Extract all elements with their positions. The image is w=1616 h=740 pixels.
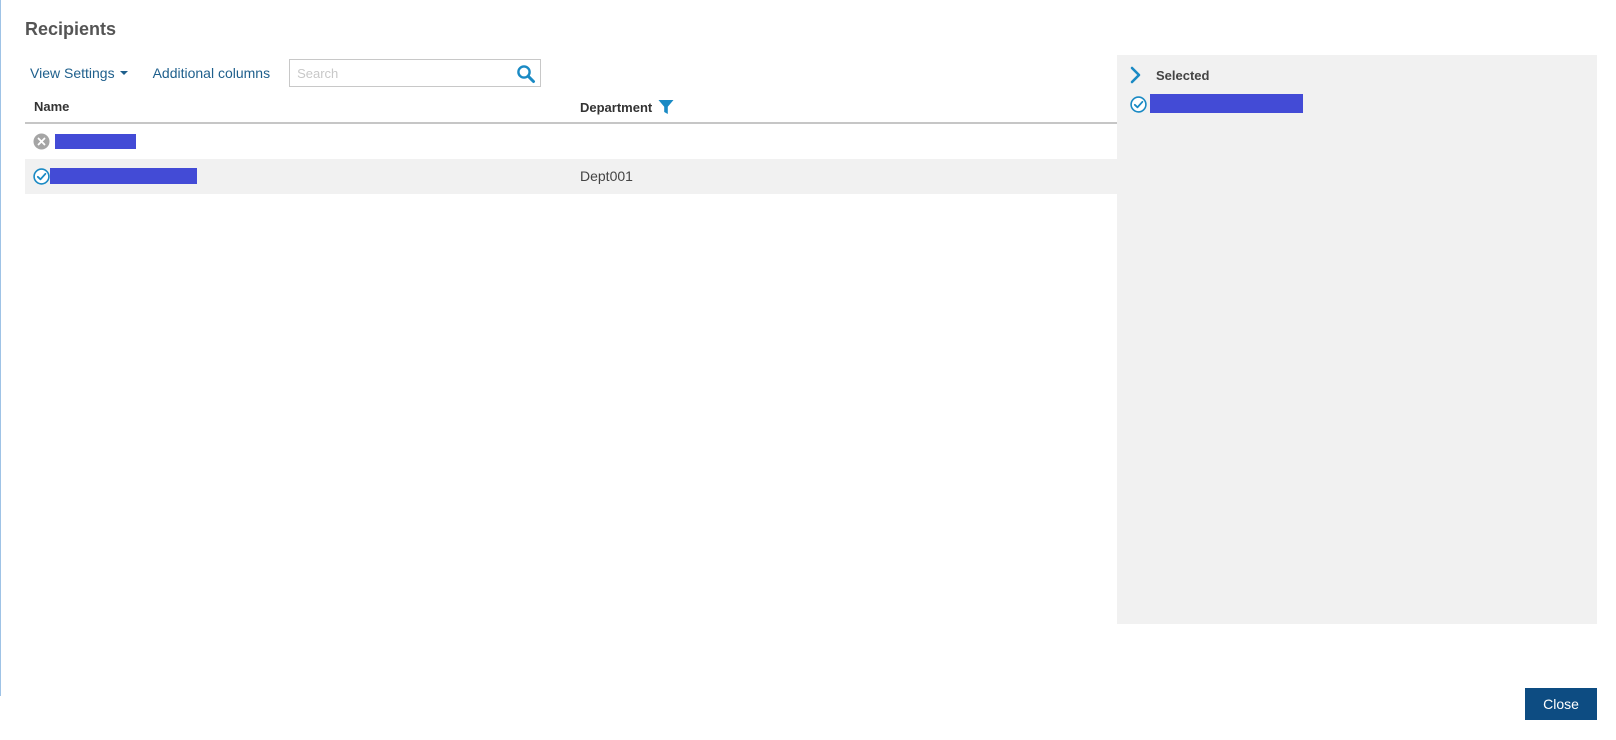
- column-header-department-label: Department: [580, 99, 653, 115]
- dialog-title: Recipients: [25, 19, 117, 39]
- view-settings-dropdown[interactable]: View Settings: [30, 65, 128, 81]
- chevron-right-icon[interactable]: [1129, 66, 1143, 84]
- redacted-name: [1150, 94, 1303, 113]
- filter-icon[interactable]: [658, 99, 674, 115]
- selected-list-item[interactable]: [1130, 94, 1303, 116]
- search-field: [289, 59, 542, 87]
- table-row[interactable]: [25, 124, 1117, 159]
- selected-panel-header: Selected: [1129, 66, 1209, 84]
- selected-check-icon[interactable]: [33, 168, 50, 185]
- additional-columns-link[interactable]: Additional columns: [153, 65, 271, 81]
- department-cell: Dept001: [580, 168, 633, 184]
- caret-down-icon: [119, 71, 128, 75]
- search-icon[interactable]: [516, 64, 536, 84]
- selected-panel-title: Selected: [1156, 67, 1210, 83]
- search-input[interactable]: [290, 60, 511, 86]
- grid-header: Name Department: [25, 90, 1117, 124]
- remove-icon[interactable]: [33, 133, 50, 150]
- column-header-department[interactable]: Department: [580, 99, 674, 115]
- recipients-dialog: Recipients View Settings Additional colu…: [0, 0, 1616, 740]
- close-button[interactable]: Close: [1525, 688, 1597, 720]
- column-header-name[interactable]: Name: [34, 99, 69, 114]
- redacted-name: [50, 168, 197, 184]
- left-border: [0, 0, 1, 696]
- redacted-name: [55, 134, 136, 149]
- recipients-grid: Name Department Dept001: [25, 90, 1117, 194]
- table-row[interactable]: Dept001: [25, 159, 1117, 194]
- selected-check-icon[interactable]: [1130, 96, 1147, 113]
- selected-panel: Selected: [1117, 55, 1597, 624]
- view-settings-label: View Settings: [30, 65, 115, 81]
- toolbar: View Settings Additional columns: [25, 58, 542, 88]
